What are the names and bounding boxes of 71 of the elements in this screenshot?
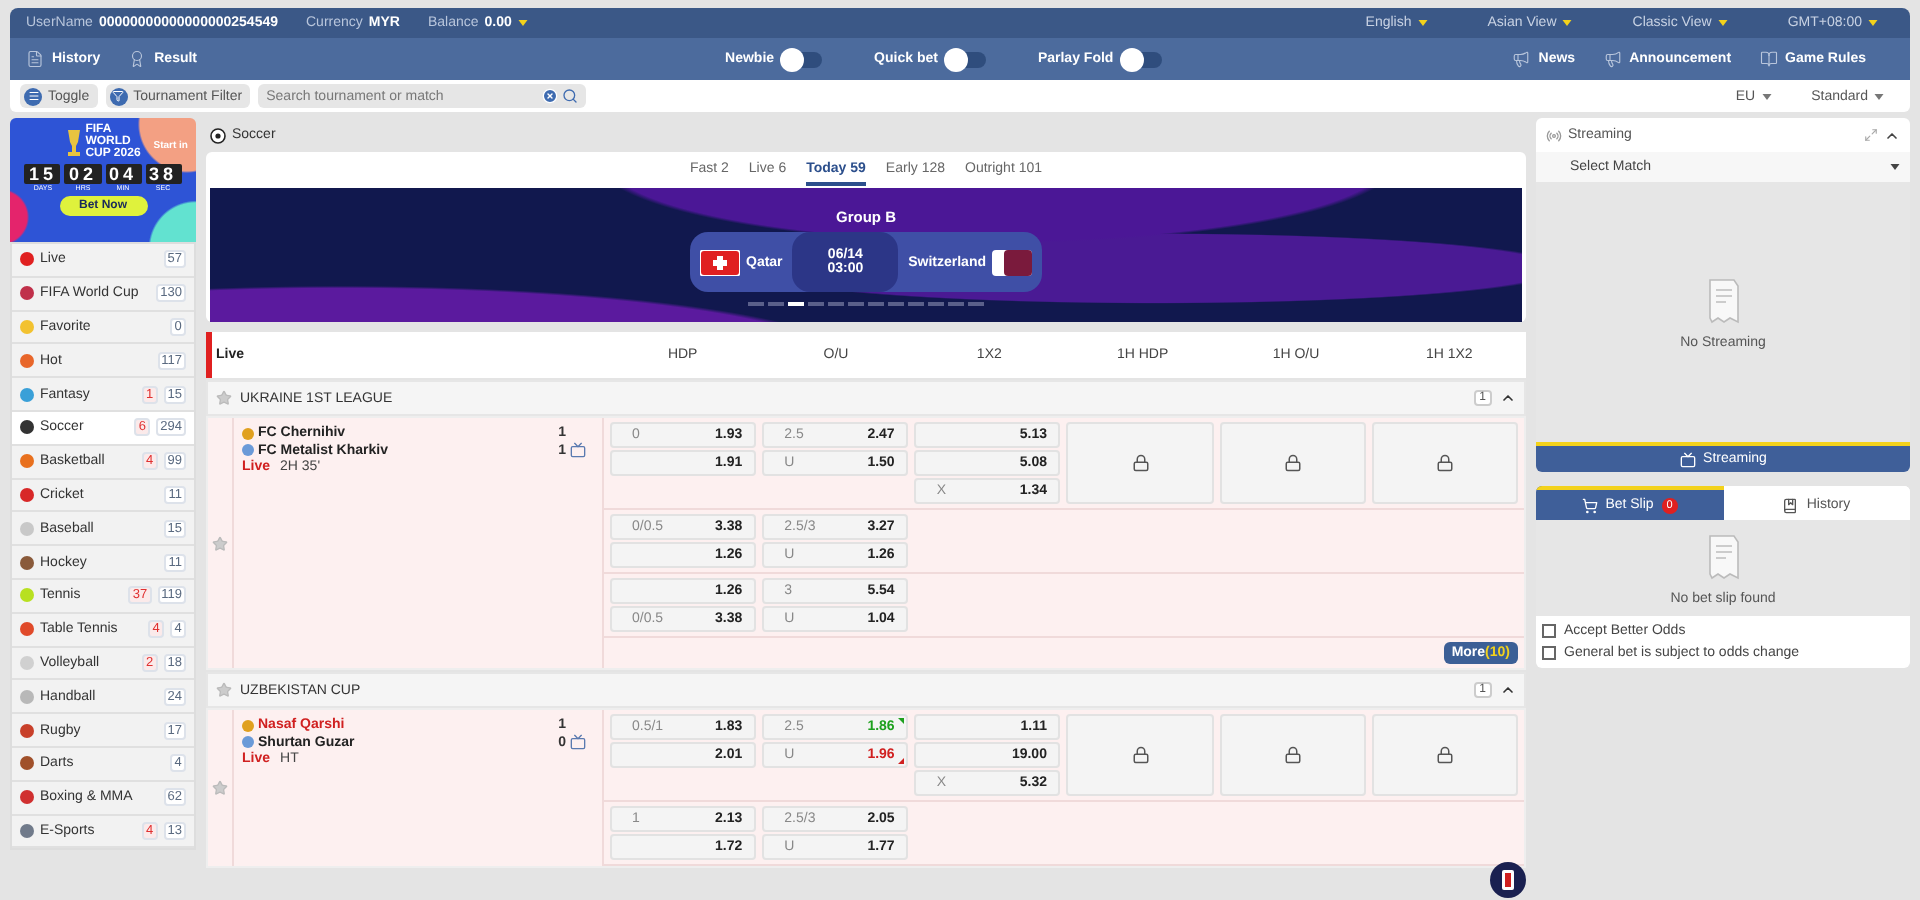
caret-icon [1868,20,1878,26]
countdown-digits: 15 [24,164,61,184]
slide-indicator[interactable] [748,302,764,305]
lock-icon [1131,746,1150,764]
megaphone-icon [1603,50,1622,68]
trend-down-icon [898,758,905,764]
locked-odds-button[interactable] [1219,714,1366,796]
countdown-digits: 04 [105,164,142,184]
slide-indicator[interactable] [808,302,824,305]
locked-odds-button[interactable] [1371,422,1518,504]
star-icon[interactable] [212,535,228,551]
trend-up-icon [898,718,905,724]
countdown-digits: 02 [64,164,101,184]
menu-icon [24,87,42,105]
locked-odds-button[interactable] [1066,714,1214,796]
lock-icon [1283,746,1302,764]
collapse-icon[interactable] [1884,127,1900,143]
checkbox[interactable] [1542,646,1556,660]
countdown-digits: 38 [145,164,182,184]
chevron-icon[interactable] [1500,390,1516,406]
book-icon [1782,497,1799,513]
tv-icon[interactable] [570,442,586,458]
toggle-switch[interactable] [945,51,986,67]
round-logo-icon[interactable] [1490,862,1526,898]
caret-icon [1562,20,1573,26]
caret-icon [1890,164,1900,170]
locked-odds-button[interactable] [1219,422,1366,504]
lock-icon [1283,454,1302,472]
clear-icon[interactable] [542,88,559,104]
lock-icon [1131,454,1150,472]
star-icon[interactable] [216,390,232,406]
toggle-switch[interactable] [782,51,823,67]
chevron-icon[interactable] [1500,682,1516,698]
toggle-switch[interactable] [1121,51,1162,67]
caret-icon [1761,93,1772,99]
award-icon [128,50,147,68]
caret-icon [517,20,528,26]
star-icon[interactable] [216,682,232,698]
slide-indicator[interactable] [788,302,804,305]
checkbox[interactable] [1542,624,1556,638]
book-icon [1759,50,1778,68]
maroon-flag-icon [992,249,1032,275]
lock-icon [1435,454,1454,472]
cross-flag-icon [700,249,740,275]
slide-indicator[interactable] [828,302,844,305]
slide-indicator[interactable] [768,302,784,305]
slide-indicator[interactable] [968,302,984,305]
slide-indicator[interactable] [948,302,964,305]
slide-indicator[interactable] [848,302,864,305]
filter-icon [109,87,128,105]
broadcast-icon [1546,127,1562,143]
trophy-icon [65,128,82,156]
tv-icon [1679,451,1696,467]
slide-indicator[interactable] [908,302,924,305]
expand-icon[interactable] [1864,128,1878,142]
soccer-ball-icon [210,127,226,143]
slide-indicator[interactable] [928,302,944,305]
locked-odds-button[interactable] [1371,714,1518,796]
caret-icon [1874,93,1884,99]
search-icon[interactable] [562,88,579,104]
cart-icon [1581,497,1598,513]
tv-icon[interactable] [570,734,586,750]
slide-indicator[interactable] [888,302,904,305]
lock-icon [1435,746,1454,764]
slide-indicator[interactable] [868,302,884,305]
caret-icon [1717,20,1728,26]
megaphone-icon [1512,50,1531,68]
locked-odds-button[interactable] [1066,422,1214,504]
document-icon [26,50,44,68]
caret-icon [1417,20,1428,26]
star-icon[interactable] [212,780,228,796]
